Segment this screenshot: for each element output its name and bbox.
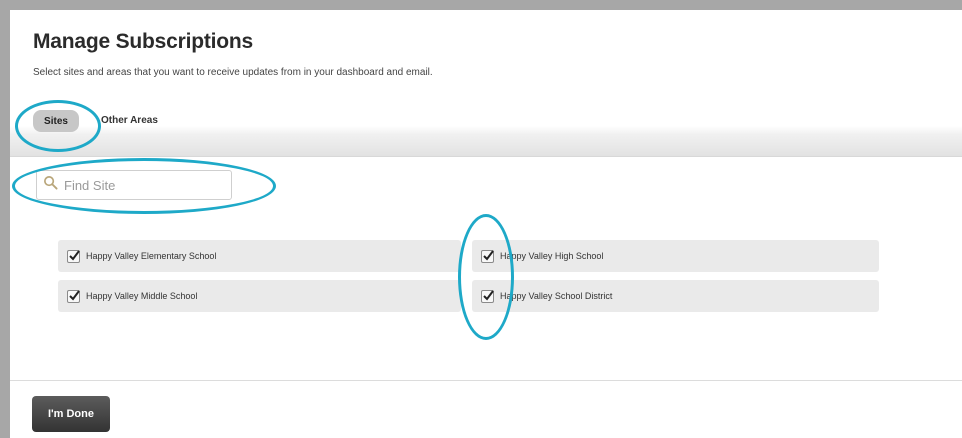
search-icon (43, 175, 58, 195)
site-label: Happy Valley Elementary School (86, 251, 217, 261)
site-label: Happy Valley School District (500, 291, 613, 301)
site-label: Happy Valley Middle School (86, 291, 198, 301)
annotation-ellipse-checkboxes (458, 214, 514, 340)
tab-sites[interactable]: Sites (33, 110, 79, 132)
site-checkbox[interactable] (67, 249, 80, 263)
site-checkbox[interactable] (67, 289, 80, 303)
im-done-button[interactable]: I'm Done (32, 396, 110, 432)
footer-divider (10, 380, 962, 381)
site-checkbox[interactable] (481, 249, 494, 263)
site-item-high-school[interactable]: Happy Valley High School (472, 240, 879, 272)
site-item-middle-school[interactable]: Happy Valley Middle School (58, 280, 461, 312)
tab-bar (10, 100, 962, 157)
site-label: Happy Valley High School (500, 251, 604, 261)
page-title: Manage Subscriptions (33, 30, 254, 53)
window-frame-top (0, 0, 962, 10)
site-item-elementary[interactable]: Happy Valley Elementary School (58, 240, 461, 272)
page-subtitle: Select sites and areas that you want to … (33, 67, 433, 78)
find-site-field[interactable] (36, 170, 232, 200)
tab-other-areas[interactable]: Other Areas (101, 115, 158, 126)
site-checkbox[interactable] (481, 289, 494, 303)
window-frame-left (0, 0, 10, 438)
find-site-input[interactable] (62, 176, 226, 194)
site-item-district[interactable]: Happy Valley School District (472, 280, 879, 312)
